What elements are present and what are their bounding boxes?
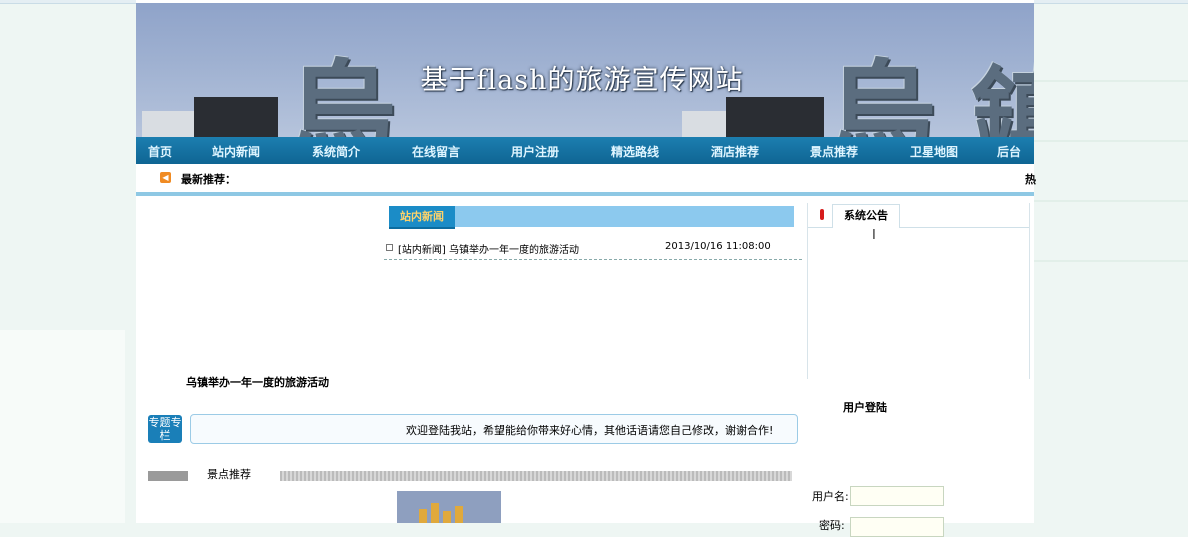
notice-title[interactable]: 系统公告 xyxy=(832,204,900,228)
notice-header: 系统公告 xyxy=(808,203,1029,228)
username-label: 用户名: xyxy=(812,490,849,503)
nav-hotels[interactable]: 酒店推荐 xyxy=(711,143,759,160)
banner-roof-left xyxy=(194,97,278,137)
hot-label: 热 xyxy=(1025,173,1036,186)
notice-marker-icon xyxy=(820,209,824,220)
speaker-icon: ◀ xyxy=(160,172,171,183)
nav-guestbook[interactable]: 在线留言 xyxy=(412,143,460,160)
tab-site-news[interactable]: 站内新闻 xyxy=(389,206,455,229)
login-title: 用户登陆 xyxy=(843,401,887,414)
scenic-section-label: 景点推荐 xyxy=(207,468,251,481)
nav-admin[interactable]: 后台 xyxy=(997,143,1021,160)
site-banner: 烏 烏 鎮 基于flash的旅游宣传网站 xyxy=(136,3,1034,137)
password-input[interactable] xyxy=(850,517,944,537)
scenic-thumbnail[interactable] xyxy=(397,491,501,523)
page-container: 烏 烏 鎮 基于flash的旅游宣传网站 首页 站内新闻 系统简介 在线留言 用… xyxy=(136,0,1036,537)
latest-label: 最新推荐： xyxy=(181,173,236,186)
bullet-icon xyxy=(386,244,393,251)
news-divider xyxy=(384,259,802,260)
featured-news-title[interactable]: 乌镇举办一年一度的旅游活动 xyxy=(186,374,329,390)
username-input[interactable] xyxy=(850,486,944,506)
password-label: 密码: xyxy=(819,519,845,532)
banner-sculpture-far-right: 鎮 xyxy=(971,55,1034,137)
welcome-message: 欢迎登陆我站，希望能给你带来好心情，其他话语请您自己修改，谢谢合作! xyxy=(406,424,774,437)
banner-wall-right xyxy=(682,111,726,137)
nav-system-intro[interactable]: 系统简介 xyxy=(312,143,360,160)
latest-recommend-bar: ◀ 最新推荐： 热 xyxy=(136,164,1036,196)
banner-sculpture-right: 烏 xyxy=(826,48,936,137)
banner-wall-left xyxy=(142,111,194,137)
nav-scenic[interactable]: 景点推荐 xyxy=(810,143,858,160)
news-header: 站内新闻 xyxy=(389,206,794,229)
notice-panel: 系统公告 xyxy=(807,203,1030,379)
main-nav: 首页 站内新闻 系统简介 在线留言 用户注册 精选路线 酒店推荐 景点推荐 卫星… xyxy=(136,137,1034,164)
nav-satellite-map[interactable]: 卫星地图 xyxy=(910,143,958,160)
nav-register[interactable]: 用户注册 xyxy=(511,143,559,160)
banner-sculpture-left: 烏 xyxy=(286,48,396,137)
nav-site-news[interactable]: 站内新闻 xyxy=(212,143,260,160)
news-title[interactable]: [站内新闻] 乌镇举办一年一度的旅游活动 xyxy=(398,241,579,256)
banner-roof-right xyxy=(726,97,824,137)
special-column-icon: 专题专栏 xyxy=(148,415,182,443)
nav-home[interactable]: 首页 xyxy=(148,143,172,160)
nav-routes[interactable]: 精选路线 xyxy=(611,143,659,160)
list-item[interactable]: [站内新闻] 乌镇举办一年一度的旅游活动 2013/10/16 11:08:00 xyxy=(386,240,804,256)
text-cursor-icon: I xyxy=(872,228,876,243)
news-date: 2013/10/16 11:08:00 xyxy=(665,241,771,252)
special-column-box: 欢迎登陆我站，希望能给你带来好心情，其他话语请您自己修改，谢谢合作! xyxy=(190,414,798,444)
site-title: 基于flash的旅游宣传网站 xyxy=(420,65,744,96)
